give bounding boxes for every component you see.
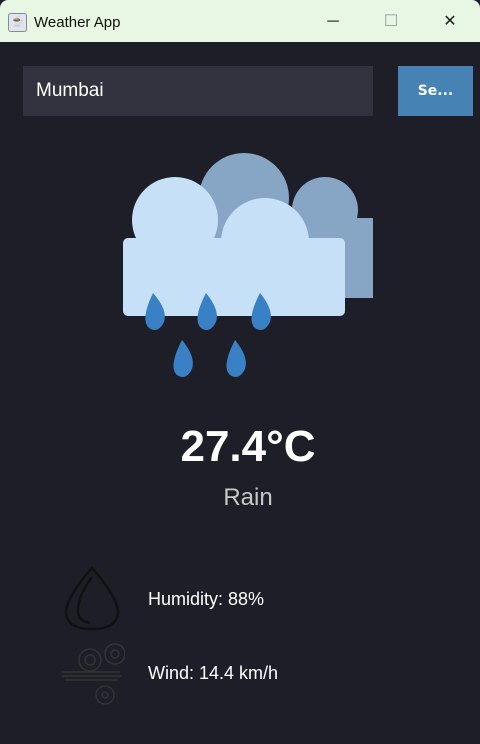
rain-cloud-icon (123, 153, 373, 377)
minimize-icon[interactable]: ─ (313, 8, 353, 36)
wind-label: Wind: 14.4 km/h (148, 663, 279, 683)
maximize-icon[interactable]: ☐ (371, 8, 411, 36)
weather-condition: Rain (223, 484, 273, 511)
window-title: Weather App (34, 14, 121, 31)
java-icon: ☕ (8, 13, 27, 32)
title-bar: ☕ Weather App ─ ☐ ✕ (0, 0, 480, 42)
close-icon[interactable]: ✕ (430, 8, 470, 36)
humidity-drop-icon (64, 566, 120, 631)
humidity-label: Humidity: 88% (148, 589, 265, 609)
search-button[interactable]: Se... (398, 66, 473, 116)
city-search-input[interactable] (23, 66, 373, 116)
wind-icon (62, 643, 125, 705)
temperature: 27.4°C (180, 422, 316, 471)
